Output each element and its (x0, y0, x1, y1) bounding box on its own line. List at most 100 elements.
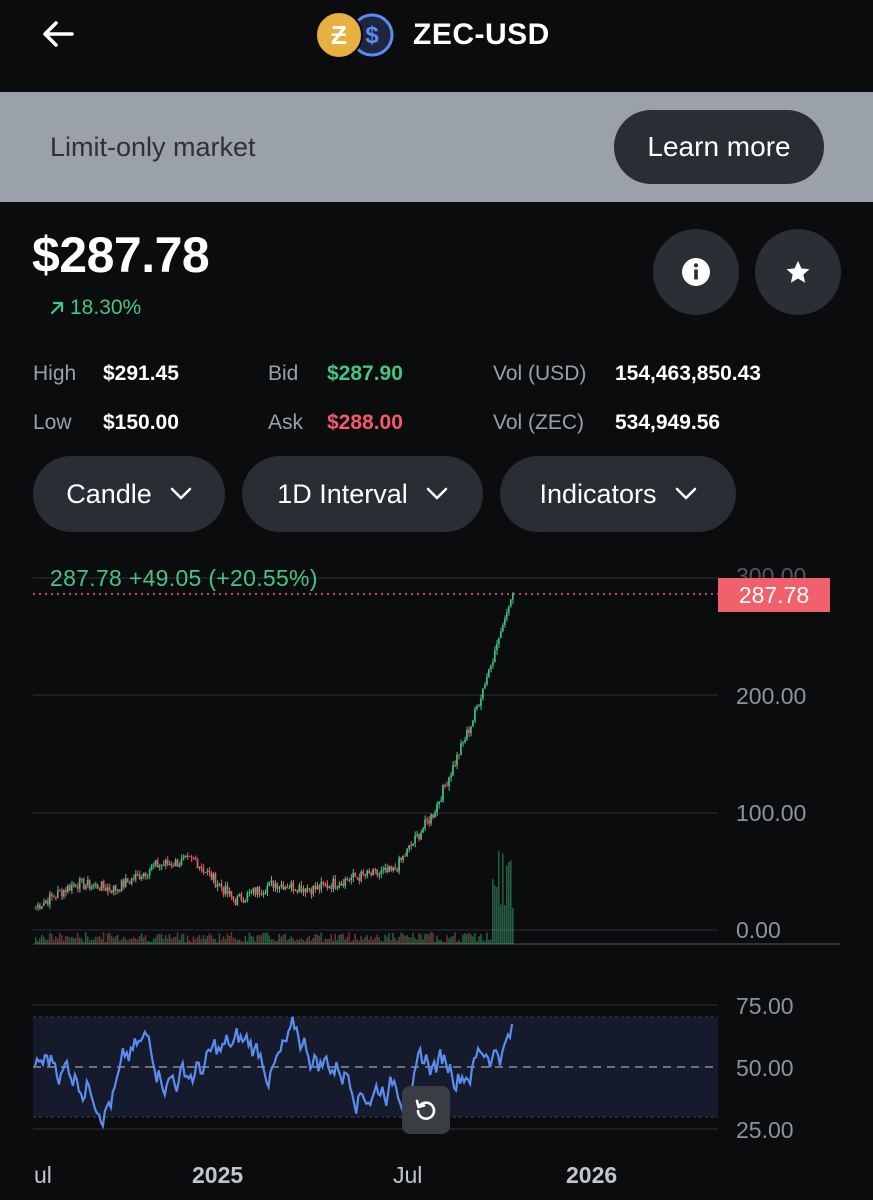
volume-bar (250, 935, 253, 944)
volume-bar (224, 939, 227, 944)
volume-bar (408, 937, 410, 944)
candle (224, 885, 227, 895)
candle (80, 878, 83, 880)
volume-bar (340, 934, 342, 944)
volume-bar (242, 941, 245, 944)
candle (368, 870, 370, 874)
volume-bar (280, 936, 283, 944)
volume-bar (402, 933, 404, 944)
candle (272, 880, 275, 888)
chart-type-dropdown[interactable]: Candle (33, 456, 225, 532)
candle (312, 885, 315, 895)
volume-bar (110, 935, 113, 944)
volume-bar (246, 941, 249, 944)
volume-bar (214, 938, 217, 944)
indicators-dropdown[interactable]: Indicators (500, 456, 736, 532)
volume-bar (164, 935, 167, 944)
candle (390, 866, 392, 871)
volume-bar (328, 939, 330, 944)
volume-bar (358, 941, 360, 944)
volume-bar (298, 939, 301, 944)
candle (410, 845, 412, 847)
candle (330, 886, 332, 889)
favorite-button[interactable] (755, 229, 841, 315)
volume-bar (460, 941, 462, 944)
candle (360, 871, 362, 882)
candle (442, 784, 444, 801)
price-change-value: 18.30% (70, 296, 142, 319)
volume-bar (82, 941, 85, 944)
volume-bar (366, 935, 368, 944)
learn-more-button[interactable]: Learn more (614, 110, 824, 184)
volume-bar (122, 936, 125, 944)
candle (90, 886, 93, 889)
candle (298, 885, 301, 893)
bid-value: $287.90 (327, 362, 403, 385)
candle (370, 873, 372, 876)
volume-bar (406, 935, 408, 944)
candle (412, 843, 414, 846)
candle (154, 860, 157, 865)
volume-bar (338, 934, 340, 944)
back-button[interactable] (36, 14, 80, 54)
volume-bar (508, 861, 510, 944)
candle (502, 624, 504, 632)
volume-bar (272, 939, 275, 944)
candle (74, 884, 77, 888)
volume-bar (438, 939, 440, 944)
volume-bar (222, 936, 225, 944)
candle (46, 900, 49, 905)
volume-bar (342, 933, 344, 944)
candle (290, 882, 293, 888)
volume-bar (266, 932, 269, 944)
volume-bar (66, 936, 69, 944)
volume-bar (356, 939, 358, 944)
candle (380, 870, 382, 874)
interval-dropdown[interactable]: 1D Interval (242, 456, 483, 532)
candle (234, 899, 237, 905)
candle (82, 878, 85, 889)
info-button[interactable] (653, 229, 739, 315)
volume-bar (346, 937, 348, 944)
candle (374, 869, 376, 871)
candle (140, 876, 143, 880)
reset-icon (415, 1099, 436, 1120)
volume-bar (104, 941, 107, 944)
volume-bar (432, 932, 434, 944)
volume-bar (496, 887, 498, 944)
reset-zoom-button[interactable] (402, 1086, 450, 1134)
volume-bar (292, 938, 295, 944)
candle (356, 876, 358, 878)
volume-bar (494, 885, 496, 944)
candle (194, 858, 197, 860)
volume-bar (78, 937, 81, 944)
volume-bar (268, 935, 271, 944)
volume-bar (162, 938, 165, 944)
candle (150, 865, 153, 870)
volume-bar (512, 908, 514, 944)
candle (240, 893, 243, 901)
candle (260, 893, 263, 895)
volume-bar (258, 934, 261, 944)
volume-bar (318, 935, 321, 944)
candle (404, 855, 406, 857)
y-tick-200: 200.00 (736, 683, 807, 709)
volume-bar (128, 938, 131, 944)
candle (364, 874, 366, 876)
volume-bar (50, 933, 53, 944)
candle (170, 864, 173, 866)
candle (342, 883, 344, 886)
candle (188, 855, 191, 857)
volume-bar (118, 940, 121, 944)
candle (88, 879, 91, 889)
volume-bar (100, 938, 103, 944)
candle (138, 874, 141, 880)
candle (510, 599, 512, 606)
candle (152, 864, 155, 866)
volume-bar (174, 936, 177, 944)
volume-bar (404, 935, 406, 944)
candle (346, 878, 348, 881)
candle (262, 892, 265, 895)
candle (38, 904, 41, 909)
candle (496, 643, 498, 651)
